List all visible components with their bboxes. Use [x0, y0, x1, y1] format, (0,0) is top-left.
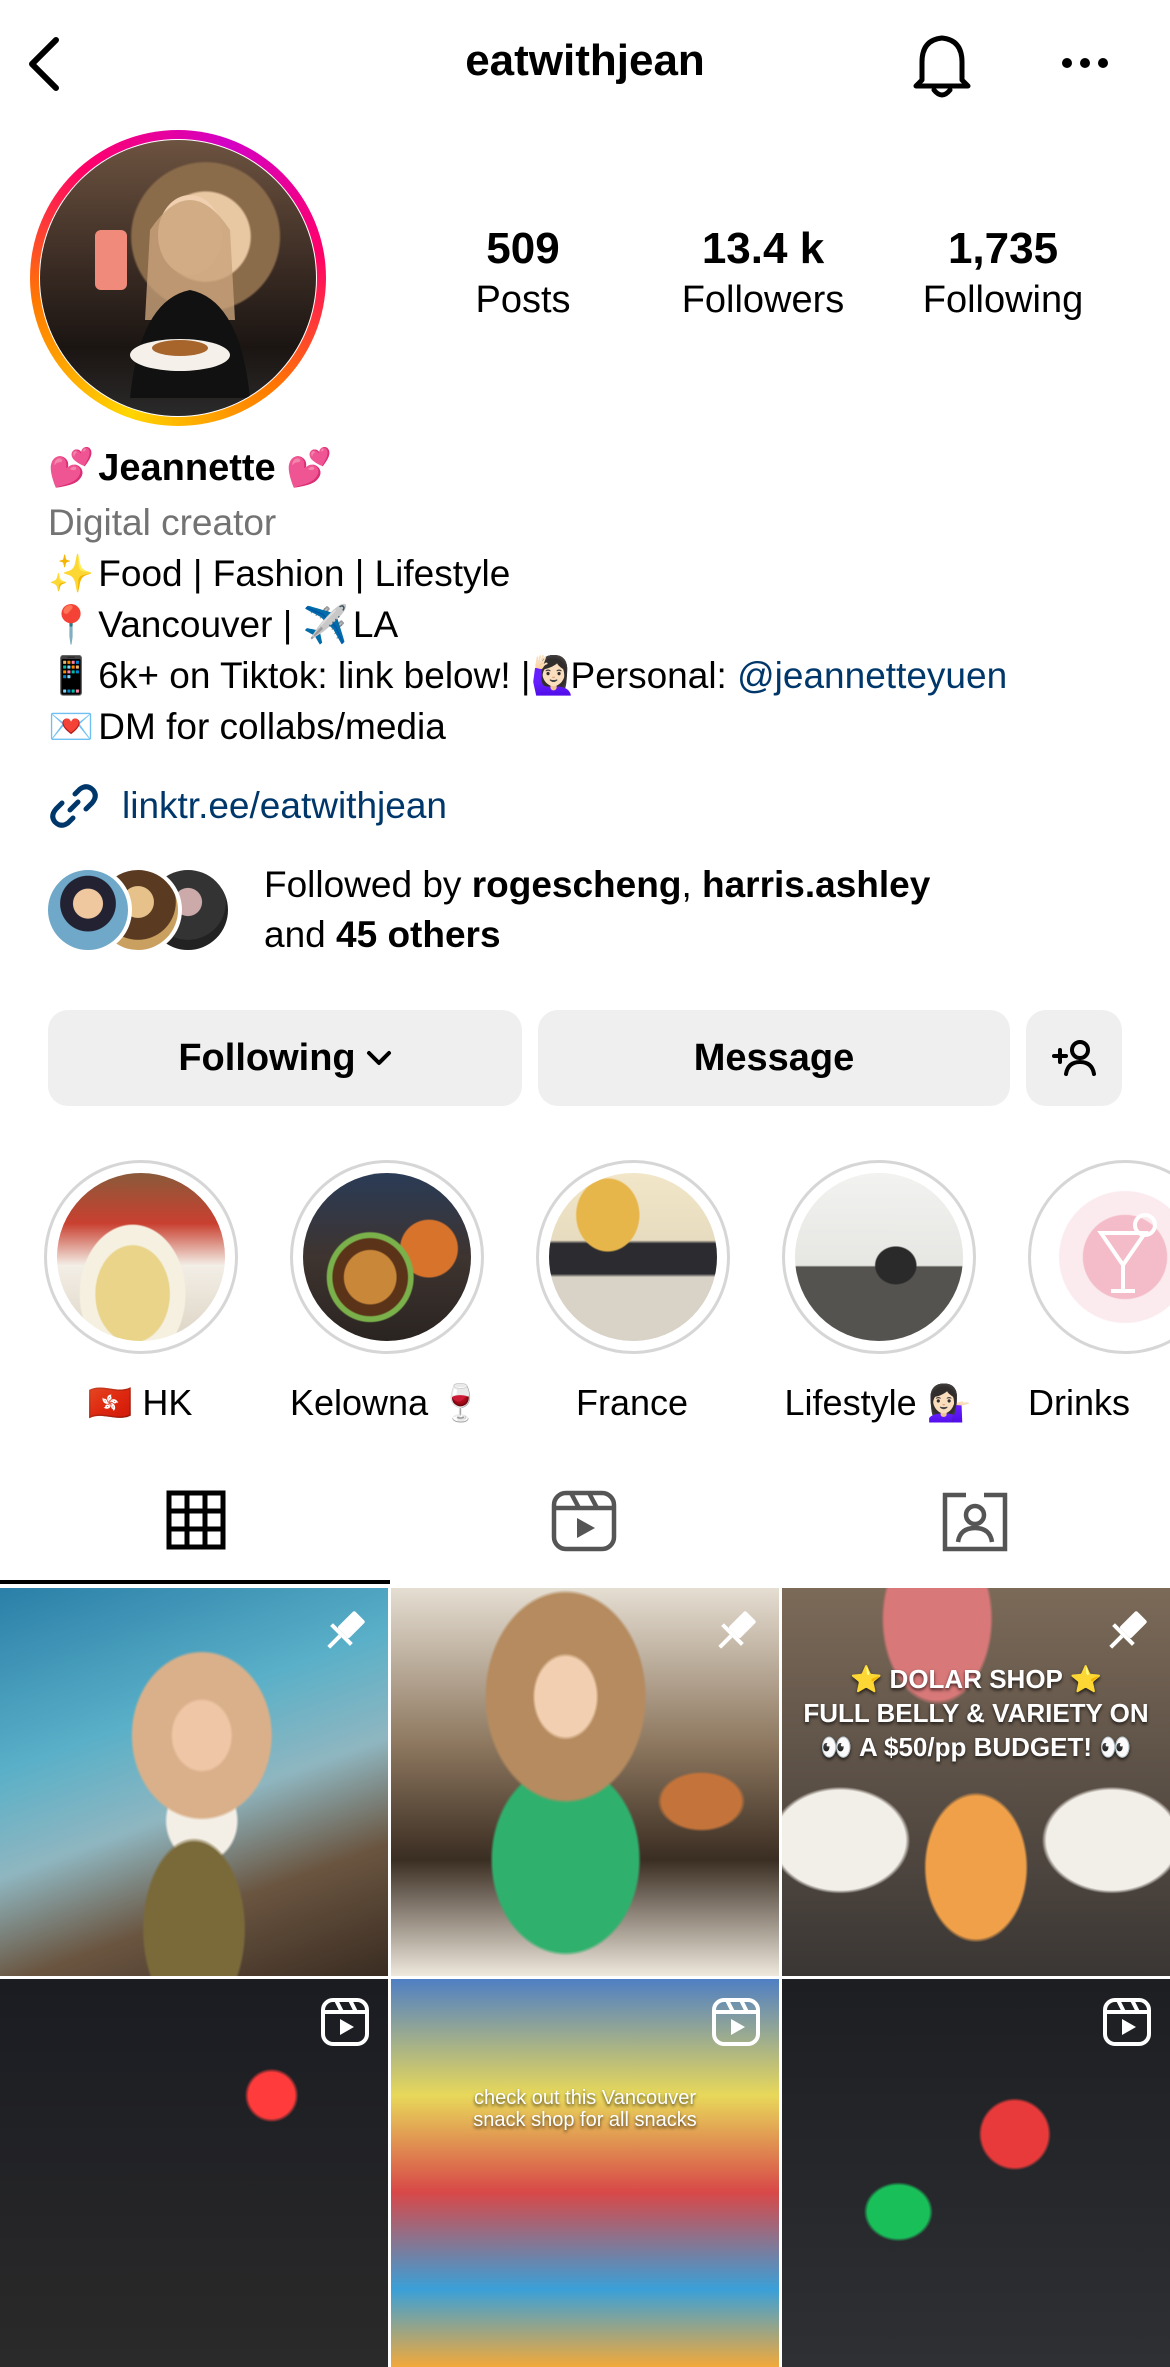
followed-by-text[interactable]: Followed by rogescheng, harris.ashley an… — [264, 860, 930, 960]
reel-icon — [321, 1998, 369, 2046]
following-count: 1,735 — [947, 224, 1059, 273]
highlight-hk-label: HK — [142, 1382, 193, 1423]
followers-count: 13.4 k — [701, 224, 825, 273]
follower-user-2: harris.ashley — [702, 864, 931, 905]
link-text: linktr.ee/eatwithjean — [122, 785, 447, 826]
post-tile-6[interactable] — [782, 1979, 1170, 2367]
wine-emoji: 🍷 — [438, 1382, 483, 1423]
more-options-icon[interactable] — [1060, 56, 1110, 70]
hearts-emoji-2: 💕 — [285, 447, 333, 488]
display-name: Jeannette — [98, 447, 276, 489]
bio-line-1-text: Food | Fashion | Lifestyle — [98, 553, 511, 594]
message-button[interactable]: Message — [538, 1010, 1010, 1106]
post-3-caption: ⭐ DOLAR SHOP ⭐ FULL BELLY & VARIETY ON 👀… — [782, 1662, 1170, 1764]
posts-stat[interactable]: 509 Posts — [418, 222, 628, 324]
highlight-france[interactable]: France — [536, 1160, 730, 1424]
pin-icon — [718, 1611, 756, 1649]
reel-icon — [1103, 1998, 1151, 2046]
highlight-drinks[interactable]: Drinks — [1028, 1160, 1170, 1424]
message-button-label: Message — [693, 1036, 855, 1079]
bio-line-3: 📱 6k+ on Tiktok: link below! |🙋🏻‍♀️Perso… — [48, 651, 1007, 701]
bio-line-3-text-b: Personal: — [570, 655, 738, 696]
following-button[interactable]: Following — [48, 1010, 522, 1106]
bio-line-3-text: 6k+ on Tiktok: link below! | — [98, 655, 531, 696]
post-tile-3[interactable]: ⭐ DOLAR SHOP ⭐ FULL BELLY & VARIETY ON 👀… — [782, 1588, 1170, 1976]
sparkles-emoji: ✨ — [48, 553, 95, 594]
bio-line-1: ✨ Food | Fashion | Lifestyle — [48, 549, 510, 599]
active-tab-indicator — [0, 1580, 390, 1584]
hearts-emoji: 💕 — [48, 447, 95, 488]
reels-icon — [551, 1490, 617, 1552]
bio-line-4-text: DM for collabs/media — [98, 706, 446, 747]
tipping-hand-emoji: 💁🏻‍♀️ — [926, 1382, 972, 1423]
posts-count: 509 — [486, 224, 560, 273]
follower-avatar-3 — [44, 866, 132, 954]
mention-link[interactable]: @jeannetteyuen — [737, 655, 1007, 696]
person-emoji: 🙋🏻‍♀️ — [530, 655, 577, 696]
follower-user-1: rogescheng — [471, 864, 682, 905]
love-letter-emoji: 💌 — [48, 706, 95, 747]
followed-by-others: 45 others — [336, 914, 501, 955]
avatar-photo — [40, 140, 316, 416]
bio-line-2: 📍 Vancouver | ✈️ LA — [48, 600, 398, 650]
category-label: Digital creator — [48, 502, 277, 543]
cocktail-icon — [1097, 1213, 1157, 1293]
pin-icon — [1109, 1611, 1147, 1649]
followed-by-sep: , — [681, 864, 702, 905]
followers-stat[interactable]: 13.4 k Followers — [658, 222, 868, 324]
posts-label: Posts — [475, 279, 571, 321]
display-name-row: 💕 Jeannette 💕 — [48, 443, 333, 493]
post-5-caption-text: check out this Vancouver snack shop for … — [473, 2087, 697, 2131]
username-title: eatwithjean — [465, 36, 705, 85]
post-tile-4[interactable] — [0, 1979, 388, 2367]
highlight-kelowna-label: Kelowna — [290, 1382, 429, 1423]
tab-reels[interactable] — [551, 1490, 617, 1552]
highlight-hk[interactable]: 🇭🇰 HK — [44, 1160, 238, 1424]
bio-line-2-text-a: Vancouver | — [98, 604, 293, 645]
phone-emoji: 📱 — [48, 655, 95, 696]
highlight-kelowna[interactable]: Kelowna 🍷 — [290, 1160, 484, 1424]
reel-icon — [712, 1998, 760, 2046]
followed-by-and: and — [264, 914, 337, 955]
highlight-lifestyle[interactable]: Lifestyle 💁🏻‍♀️ — [782, 1160, 976, 1424]
highlight-lifestyle-label: Lifestyle — [784, 1382, 917, 1423]
hk-flag-emoji: 🇭🇰 — [87, 1382, 133, 1423]
post-tile-1[interactable] — [0, 1588, 388, 1976]
following-label: Following — [922, 279, 1084, 321]
highlight-lifestyle-cover — [795, 1173, 963, 1341]
highlight-france-label: France — [575, 1382, 689, 1423]
profile-avatar[interactable] — [30, 130, 326, 426]
bio-line-2-text-b: LA — [352, 604, 399, 645]
post-3-caption-text: ⭐ DOLAR SHOP ⭐ FULL BELLY & VARIETY ON 👀… — [803, 1664, 1149, 1762]
highlight-hk-cover — [57, 1173, 225, 1341]
suggest-people-button[interactable] — [1026, 1010, 1122, 1106]
chevron-down-icon — [366, 1051, 391, 1065]
followed-by-prefix: Followed by — [264, 864, 472, 905]
tagged-person-icon — [942, 1492, 1008, 1552]
following-stat[interactable]: 1,735 Following — [898, 222, 1108, 324]
post-tile-5[interactable]: check out this Vancouver snack shop for … — [391, 1979, 779, 2367]
following-button-label: Following — [178, 1036, 356, 1079]
external-link[interactable]: linktr.ee/eatwithjean — [48, 780, 447, 832]
pin-emoji: 📍 — [48, 604, 95, 645]
bell-icon[interactable] — [910, 30, 974, 100]
highlight-france-cover — [549, 1173, 717, 1341]
tab-tagged[interactable] — [942, 1490, 1008, 1552]
post-tile-2[interactable] — [391, 1588, 779, 1976]
followers-label: Followers — [681, 279, 845, 321]
bio-line-4: 💌 DM for collabs/media — [48, 702, 446, 752]
link-icon — [50, 784, 98, 828]
grid-icon — [166, 1490, 226, 1550]
add-person-icon — [1052, 1040, 1096, 1076]
pin-icon — [327, 1611, 365, 1649]
highlight-kelowna-cover — [303, 1173, 471, 1341]
highlight-drinks-label: Drinks — [1028, 1382, 1131, 1423]
highlight-drinks-cover — [1041, 1173, 1170, 1341]
airplane-emoji: ✈️ — [302, 604, 349, 645]
post-5-caption: check out this Vancouver snack shop for … — [391, 2087, 779, 2131]
tab-posts-grid[interactable] — [166, 1490, 226, 1550]
